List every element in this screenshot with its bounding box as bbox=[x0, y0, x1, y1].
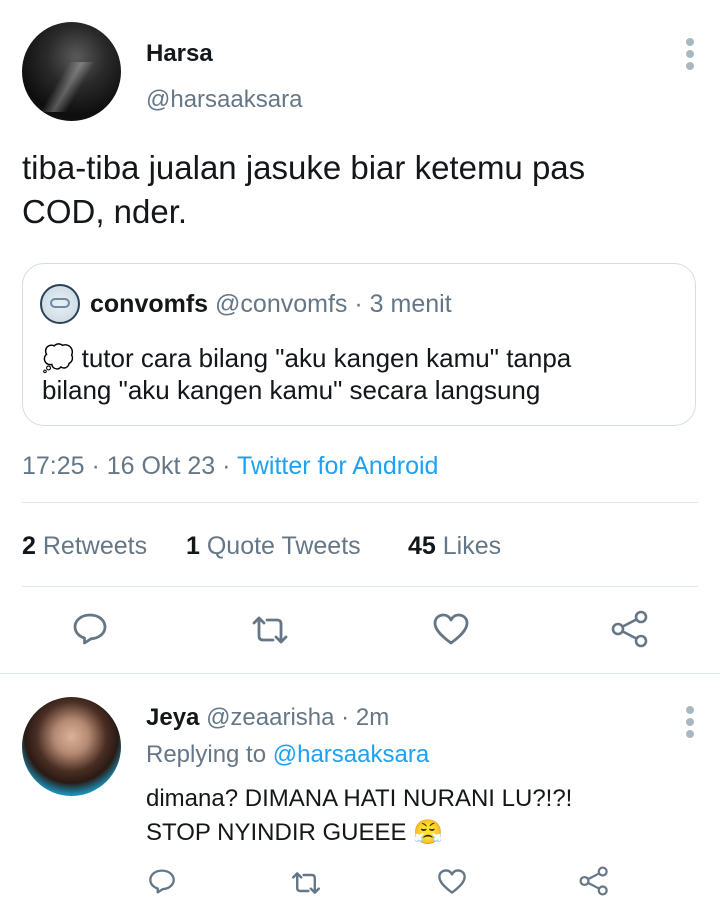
reply-author-avatar[interactable] bbox=[22, 697, 121, 796]
face-with-steam-emoji: 😤 bbox=[413, 819, 444, 846]
replying-to-handle[interactable]: @harsaaksara bbox=[273, 741, 429, 768]
heart-icon[interactable] bbox=[437, 868, 467, 895]
reply-header: Jeya @zeaarisha · 2m bbox=[146, 704, 389, 732]
share-icon[interactable] bbox=[610, 610, 650, 648]
quoted-handle: @convomfs bbox=[215, 290, 348, 318]
quoted-separator: · bbox=[354, 290, 363, 318]
share-icon[interactable] bbox=[578, 866, 610, 896]
reply-text-line: STOP NYINDIR GUEEE 😤 bbox=[146, 819, 444, 846]
retweet-icon[interactable] bbox=[250, 614, 290, 646]
replying-to: Replying to @harsaaksara bbox=[146, 741, 430, 768]
thought-bubble-icon: 💭 bbox=[42, 343, 75, 373]
divider bbox=[22, 586, 698, 587]
divider bbox=[0, 673, 720, 674]
reply-icon[interactable] bbox=[148, 868, 176, 895]
reply-time: 2m bbox=[355, 704, 390, 731]
reply-display-name[interactable]: Jeya bbox=[146, 704, 199, 731]
tweet-text-line: COD, nder. bbox=[22, 193, 188, 230]
quoted-time: 3 menit bbox=[369, 290, 452, 318]
likes-stat[interactable]: 45 Likes bbox=[408, 532, 501, 561]
retweets-stat[interactable]: 2 Retweets bbox=[22, 532, 147, 561]
tweet-timestamp: 17:25 · 16 Okt 23 · bbox=[22, 452, 231, 480]
tweet-meta: 17:25 · 16 Okt 23 · Twitter for Android bbox=[22, 452, 438, 481]
reply-text-line: dimana? DIMANA HATI NURANI LU?!?! bbox=[146, 785, 573, 812]
heart-icon[interactable] bbox=[432, 612, 470, 646]
reply-icon[interactable] bbox=[72, 612, 108, 646]
author-avatar[interactable] bbox=[22, 22, 121, 121]
quoted-display-name: convomfs bbox=[90, 290, 209, 318]
author-handle[interactable]: @harsaaksara bbox=[146, 86, 302, 114]
quoted-author-avatar bbox=[40, 284, 80, 324]
quoted-header: convomfs @convomfs · 3 menit bbox=[90, 290, 452, 319]
reply-separator: · bbox=[341, 704, 350, 731]
more-vertical-icon[interactable] bbox=[686, 706, 696, 742]
reply-handle[interactable]: @zeaarisha bbox=[206, 704, 334, 731]
quote-tweets-stat[interactable]: 1 Quote Tweets bbox=[186, 532, 361, 561]
quoted-text-line: bilang "aku kangen kamu" secara langsung bbox=[42, 375, 541, 405]
divider bbox=[22, 502, 698, 503]
retweet-icon[interactable] bbox=[290, 870, 322, 896]
tweet-text-line: tiba-tiba jualan jasuke biar ketemu pas bbox=[22, 149, 586, 186]
author-display-name[interactable]: Harsa bbox=[146, 40, 213, 68]
quoted-text-line: 💭 tutor cara bilang "aku kangen kamu" ta… bbox=[42, 343, 572, 373]
tweet-source-link[interactable]: Twitter for Android bbox=[237, 452, 438, 480]
more-vertical-icon[interactable] bbox=[686, 38, 696, 74]
